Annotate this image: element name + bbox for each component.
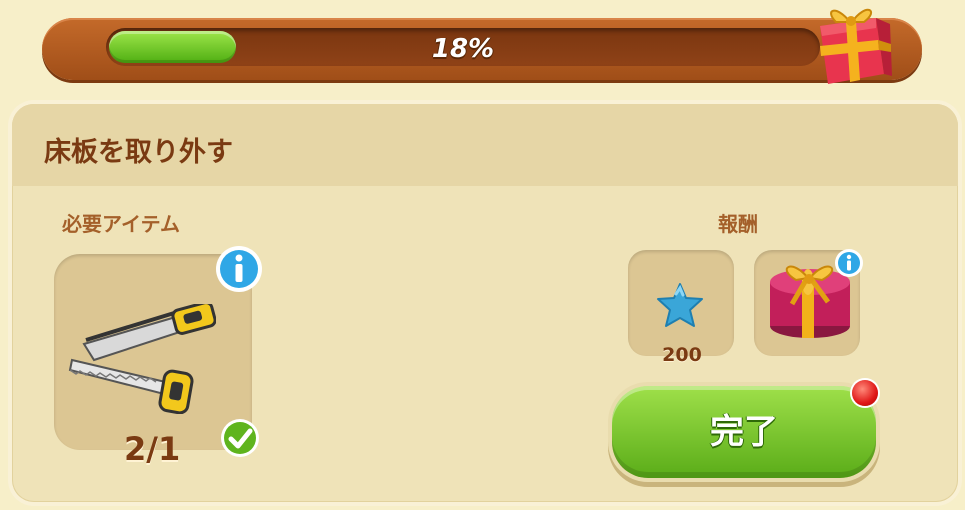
- progress-track: 18%: [106, 28, 820, 66]
- saw-icon: [68, 304, 216, 414]
- item-count: 2/1: [124, 430, 181, 468]
- progress-percent: 18%: [431, 34, 495, 64]
- reward-label: 報酬: [718, 212, 758, 236]
- notification-dot: [852, 380, 878, 406]
- required-items-label: 必要アイテム: [62, 212, 180, 236]
- info-icon[interactable]: [834, 248, 864, 278]
- info-icon[interactable]: [214, 244, 264, 294]
- complete-button[interactable]: 完了: [612, 386, 876, 478]
- gift-box-icon[interactable]: [806, 0, 894, 88]
- progress-bar: 18%: [42, 18, 922, 80]
- check-icon: [221, 419, 259, 457]
- blue-star-icon: [657, 283, 703, 327]
- reward-amount: 200: [662, 344, 702, 366]
- quest-title: 床板を取り外す: [44, 137, 233, 168]
